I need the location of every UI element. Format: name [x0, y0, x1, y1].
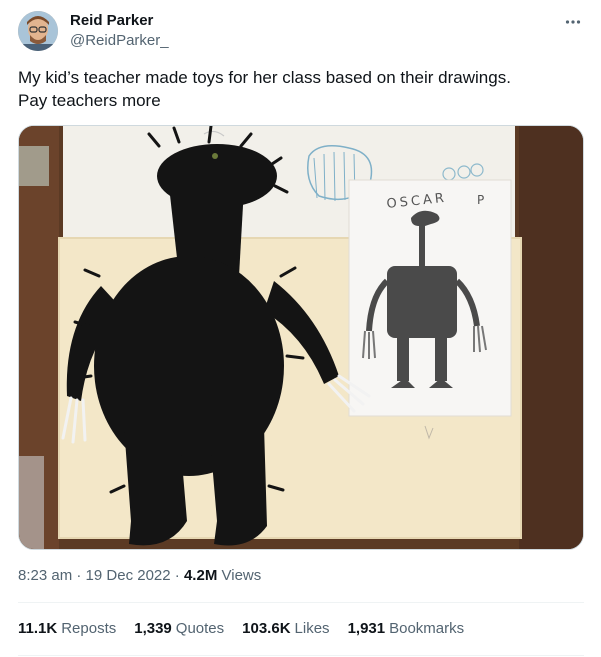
reposts-label: Reposts [61, 620, 117, 637]
avatar[interactable] [18, 11, 58, 51]
tweet-time[interactable]: 8:23 am [18, 567, 72, 584]
quotes-stat[interactable]: 1,339 Quotes [134, 619, 224, 639]
drawing-mark: P [477, 193, 484, 207]
views-count: 4.2M [183, 567, 218, 584]
quotes-label: Quotes [175, 620, 225, 637]
tweet-text: My kid’s teacher made toys for her class… [18, 66, 583, 112]
bookmarks-label: Bookmarks [389, 620, 465, 637]
reposts-stat[interactable]: 11.1K Reposts [18, 619, 116, 639]
tweet-text-line: My kid’s teacher made toys for her class… [18, 68, 511, 87]
likes-label: Likes [294, 620, 330, 637]
more-icon[interactable] [563, 12, 583, 32]
author-name[interactable]: Reid Parker [70, 11, 153, 31]
tweet-text-line: Pay teachers more [18, 91, 161, 110]
bookmarks-stat[interactable]: 1,931 Bookmarks [348, 619, 465, 639]
divider [18, 602, 584, 603]
quotes-count: 1,339 [134, 620, 172, 637]
bookmarks-count: 1,931 [347, 620, 386, 637]
divider [18, 655, 584, 656]
views-label: Views [221, 567, 262, 584]
meta-separator: · [174, 567, 180, 584]
engagement-stats: 11.1K Reposts 1,339 Quotes 103.6K Likes 1,9… [18, 619, 464, 639]
author-handle[interactable]: @ReidParker_ [70, 31, 169, 51]
likes-stat[interactable]: 103.6K Likes [242, 619, 329, 639]
meta-separator: · [76, 567, 82, 584]
likes-count: 103.6K [242, 620, 291, 637]
tweet-photo[interactable]: OSCAR P [18, 125, 584, 550]
tweet-date[interactable]: 19 Dec 2022 [86, 567, 171, 584]
reposts-count: 11.1K [18, 620, 58, 637]
tweet-meta: 8:23 am · 19 Dec 2022 · 4.2M Views [18, 566, 261, 586]
tweet-card: Reid Parker @ReidParker_ My kid’s teache… [0, 0, 601, 657]
